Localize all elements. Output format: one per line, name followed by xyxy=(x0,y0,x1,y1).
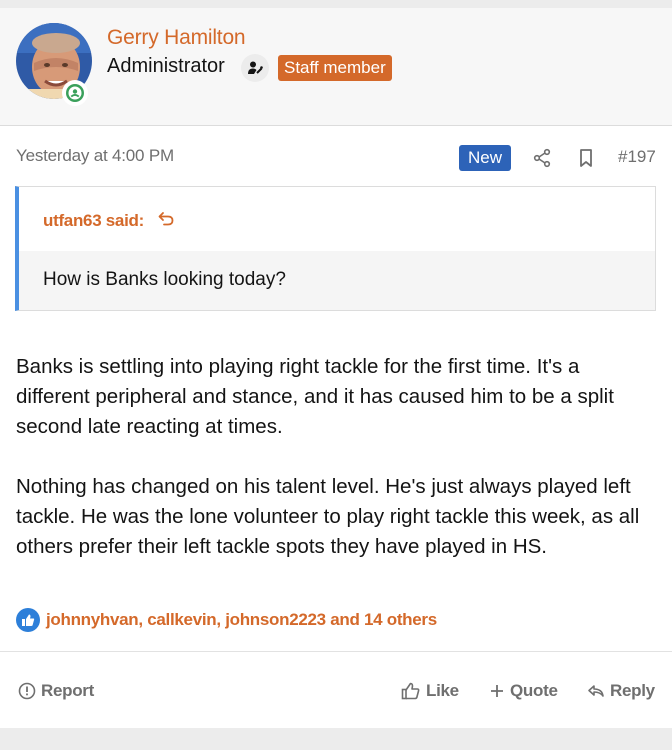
report-icon xyxy=(18,682,36,700)
thumbs-up-icon xyxy=(401,682,420,700)
quote-body: How is Banks looking today? xyxy=(19,251,655,310)
footer-divider xyxy=(0,651,672,652)
user-title: Administrator xyxy=(107,55,225,77)
reply-label: Reply xyxy=(610,681,655,700)
plus-icon xyxy=(491,685,503,697)
reaction-users-link[interactable]: johnnyhvan, callkevin, johnson2223 and 1… xyxy=(46,610,437,630)
new-badge: New xyxy=(459,145,511,171)
quote-text: How is Banks looking today? xyxy=(43,269,286,290)
report-label: Report xyxy=(41,681,94,700)
quote-label: Quote xyxy=(510,681,558,700)
go-to-quote-icon[interactable] xyxy=(157,210,175,228)
user-block: Gerry Hamilton Administrator Staff membe… xyxy=(0,8,672,126)
quote-button[interactable]: Quote xyxy=(489,680,558,702)
reply-arrow-icon xyxy=(588,685,604,697)
like-button[interactable]: Like xyxy=(401,680,459,702)
post-body: Banks is settling into playing right tac… xyxy=(16,352,656,592)
staff-member-badge: Staff member xyxy=(278,55,392,81)
quote-header: utfan63 said: xyxy=(19,187,655,251)
report-button[interactable]: Report xyxy=(18,680,94,702)
quote-block: utfan63 said: How is Banks looking today… xyxy=(15,186,656,311)
post-container: Gerry Hamilton Administrator Staff membe… xyxy=(0,8,672,728)
online-user-icon xyxy=(62,80,88,106)
post-paragraph: Nothing has changed on his talent level.… xyxy=(16,475,640,558)
reply-button[interactable]: Reply xyxy=(587,680,655,702)
username-link[interactable]: Gerry Hamilton xyxy=(107,26,246,50)
reactions-bar: johnnyhvan, callkevin, johnson2223 and 1… xyxy=(16,608,437,632)
admin-wrench-icon xyxy=(241,54,269,82)
post-number-link[interactable]: #197 xyxy=(618,147,656,167)
like-label: Like xyxy=(426,681,459,700)
post-date-link[interactable]: Yesterday at 4:00 PM xyxy=(16,146,174,166)
quote-author-link[interactable]: utfan63 said: xyxy=(43,211,144,231)
share-icon[interactable] xyxy=(532,148,552,168)
bookmark-icon[interactable] xyxy=(576,148,596,168)
post-paragraph: Banks is settling into playing right tac… xyxy=(16,355,614,438)
like-reaction-icon xyxy=(16,608,40,632)
